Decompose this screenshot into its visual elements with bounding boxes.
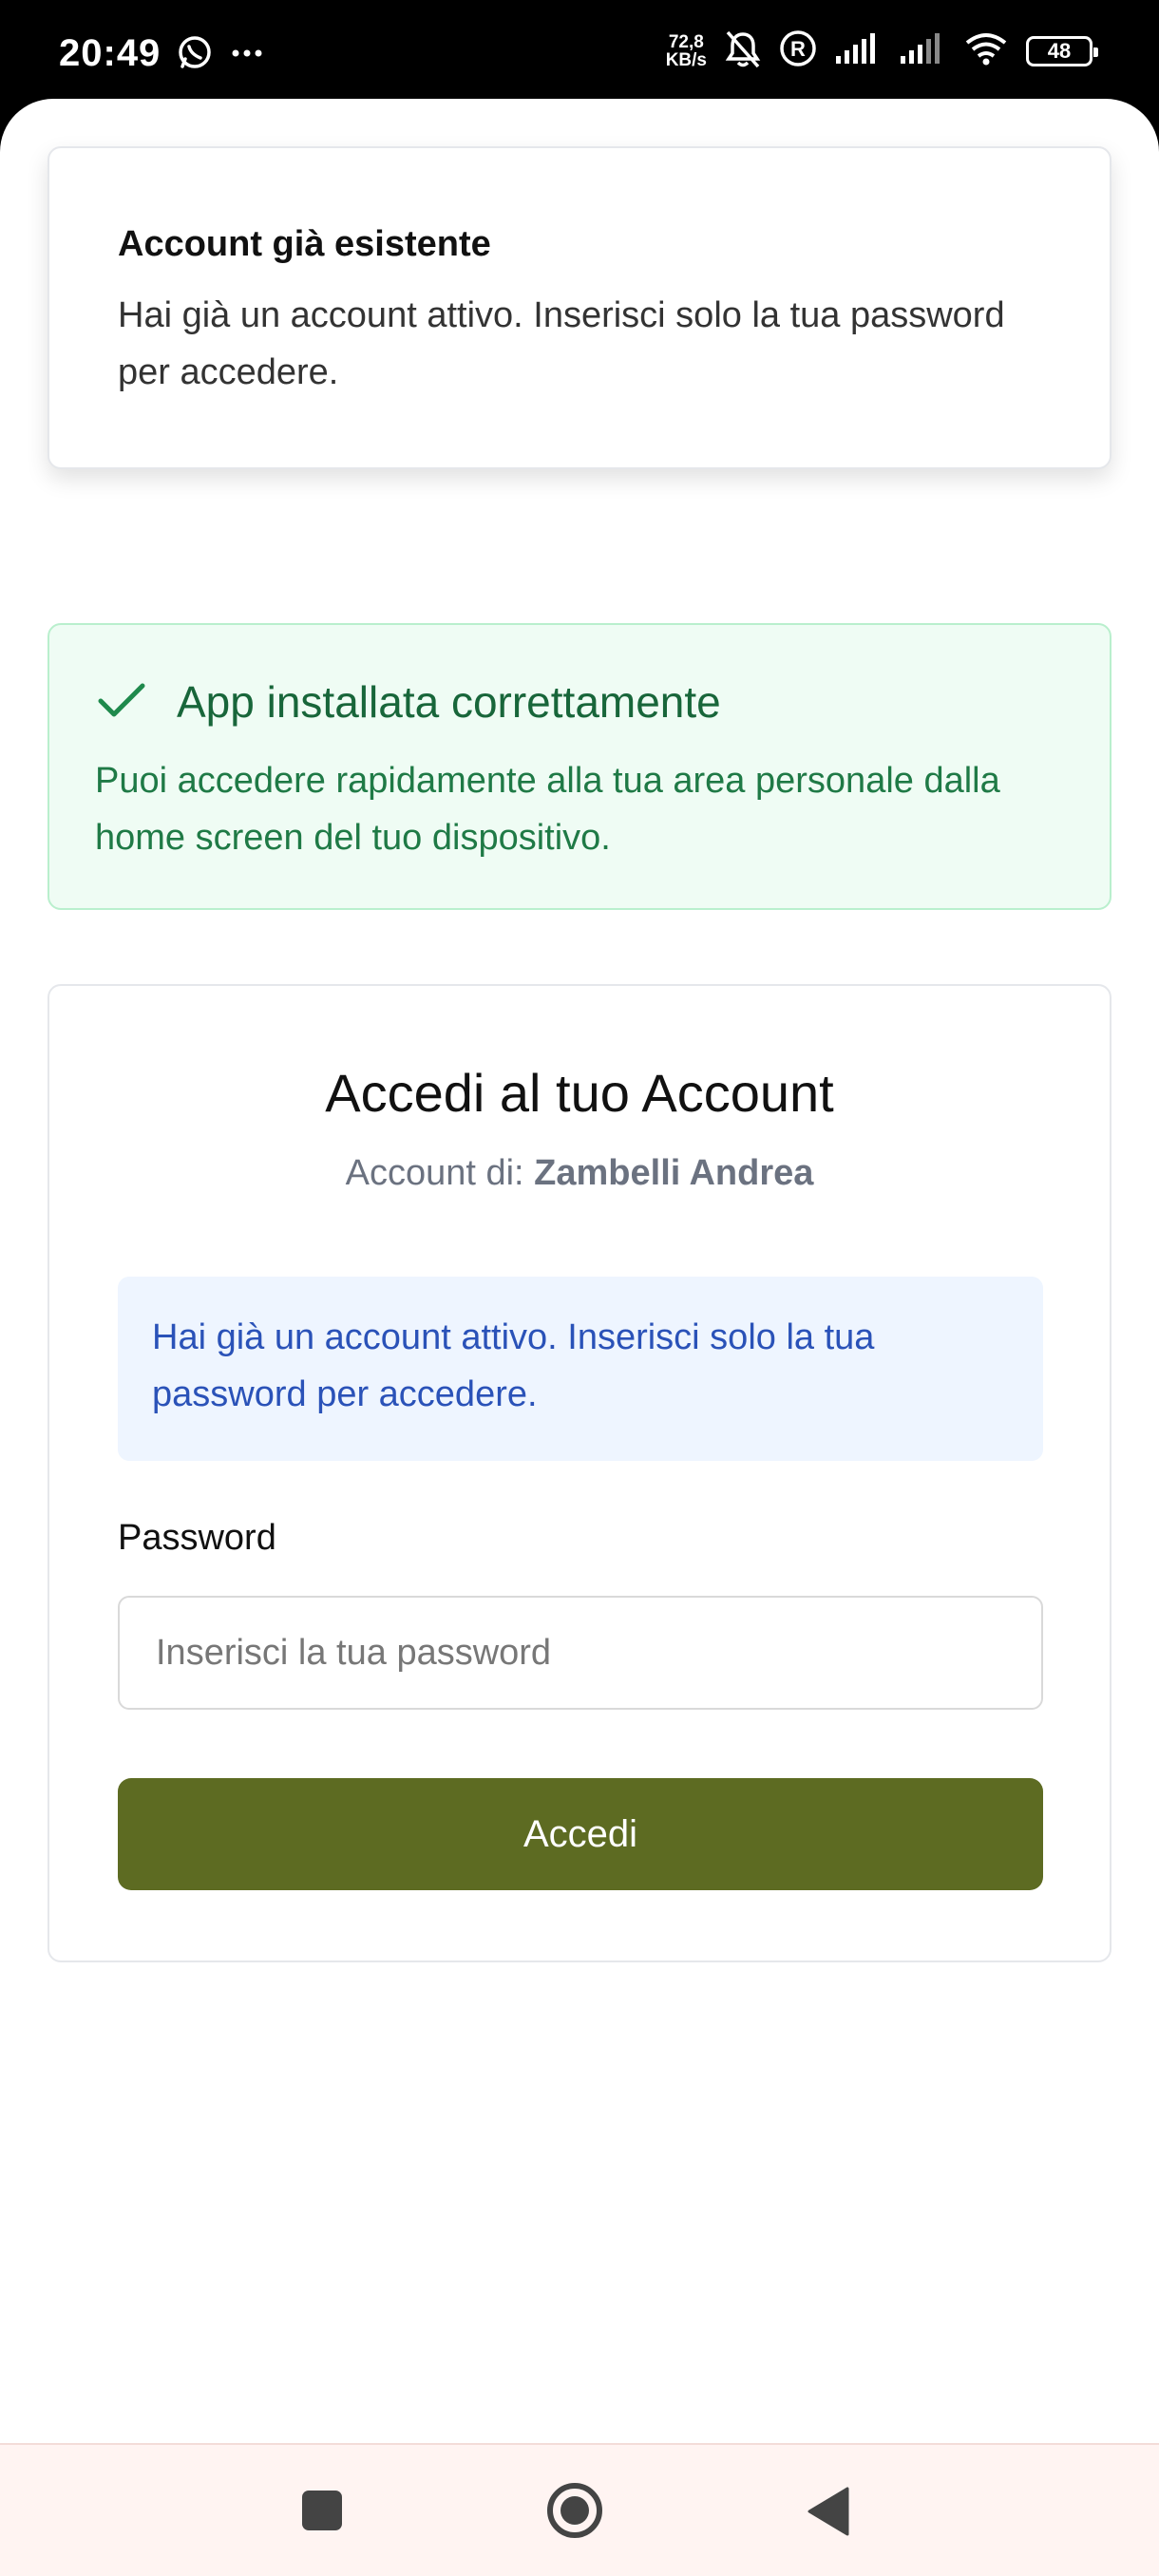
home-button[interactable] (545, 2481, 604, 2545)
speed-unit: KB/s (665, 49, 707, 70)
recent-apps-button[interactable] (300, 2489, 344, 2537)
toast-title: Account già esistente (118, 224, 491, 264)
navigation-bar (0, 2443, 1159, 2576)
install-success-notice: App installata correttamente Puoi accede… (48, 623, 1112, 910)
check-icon (97, 682, 146, 725)
svg-text:R: R (790, 37, 806, 61)
success-text: Puoi accedere rapidamente alla tua area … (95, 761, 1000, 858)
info-text: Hai già un account attivo. Inserisci sol… (152, 1317, 875, 1414)
status-time: 20:49 (59, 32, 162, 74)
account-exists-toast: Account già esistente Hai già un account… (48, 146, 1112, 469)
account-owner-line: Account di: Zambelli Andrea (49, 1153, 1110, 1194)
signal-1-icon (834, 33, 882, 68)
login-button[interactable]: Accedi (118, 1778, 1043, 1890)
bell-muted-icon (724, 28, 762, 73)
status-icons: 72,8 KB/s R 48 (666, 28, 1098, 73)
network-speed: 72,8 KB/s (666, 33, 707, 69)
battery-level: 48 (1047, 38, 1072, 63)
phone-screen: 20:49 72,8 KB/s R 48 Account già esisten… (0, 0, 1159, 2576)
password-input[interactable] (118, 1596, 1043, 1710)
speed-value: 72,8 (668, 31, 704, 52)
login-card: Accedi al tuo Account Account di: Zambel… (48, 984, 1112, 1962)
back-button[interactable] (806, 2487, 849, 2541)
more-dots-icon (232, 46, 262, 63)
signal-2-icon (899, 33, 946, 68)
status-bar: 20:49 72,8 KB/s R 48 (0, 0, 1159, 104)
toast-text: Hai già un account attivo. Inserisci sol… (118, 295, 1005, 392)
app-surface: Account già esistente Hai già un account… (0, 99, 1159, 2443)
success-title: App installata correttamente (177, 677, 721, 727)
whatsapp-icon (177, 34, 213, 75)
registered-icon: R (779, 29, 817, 72)
login-title: Accedi al tuo Account (325, 1063, 834, 1123)
password-label: Password (118, 1518, 276, 1558)
account-name: Zambelli Andrea (534, 1153, 814, 1193)
battery-indicator: 48 (1026, 35, 1098, 66)
account-prefix: Account di: (345, 1153, 524, 1193)
info-box: Hai già un account attivo. Inserisci sol… (118, 1277, 1043, 1461)
wifi-icon (963, 31, 1009, 70)
